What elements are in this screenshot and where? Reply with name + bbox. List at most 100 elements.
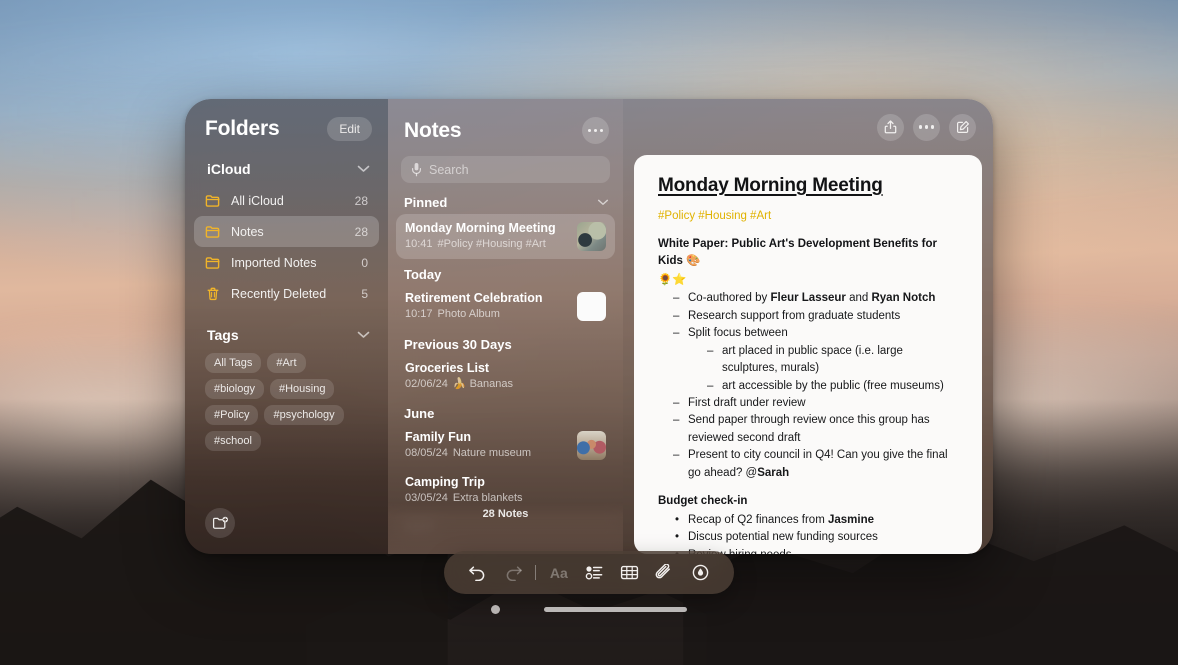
aa-label: Aa — [549, 564, 568, 581]
tag-chip-psychology[interactable]: #psychology — [264, 405, 344, 425]
folder-name: Recently Deleted — [231, 286, 327, 301]
note-item-title: Groceries List — [405, 360, 490, 375]
folder-count: 0 — [361, 255, 368, 270]
group-label: Pinned — [404, 195, 448, 210]
note-group-header-previous-30-days: Previous 30 Days — [388, 329, 623, 354]
folder-list: All iCloud 28 Notes 28 Imported Notes 0 — [185, 185, 388, 309]
folder-name: Notes — [231, 224, 264, 239]
sidebar-section-tags[interactable]: Tags — [185, 309, 388, 351]
sidebar-item-notes[interactable]: Notes 28 — [194, 216, 379, 247]
tag-chip-school[interactable]: #school — [205, 431, 261, 451]
note-item-time: 08/05/24 — [405, 447, 448, 460]
note-item-subtitle: 08/05/24 Nature museum — [405, 446, 569, 462]
share-button[interactable] — [877, 113, 904, 141]
note-section-heading: White Paper: Public Art's Development Be… — [658, 238, 937, 268]
sidebar-footer — [185, 508, 388, 554]
notes-list-title: Notes — [404, 118, 462, 142]
note-item-text: Monday Morning Meeting 10:41 #Policy #Hou… — [405, 220, 569, 253]
tags-section-label: Tags — [207, 327, 239, 343]
ellipsis-icon — [919, 125, 934, 129]
item-bold: Sarah — [757, 466, 790, 479]
note-list-item-monday-morning-meeting[interactable]: Monday Morning Meeting 10:41 #Policy #Hou… — [396, 214, 615, 259]
note-item-time: 10:17 — [405, 307, 433, 320]
folder-icon — [205, 255, 221, 271]
folder-count: 28 — [354, 224, 368, 239]
note-item-title: Family Fun — [405, 430, 471, 445]
folder-icon — [205, 193, 221, 209]
table-icon[interactable] — [617, 560, 643, 586]
note-sub-bullet-list: art placed in public space (i.e. large s… — [706, 343, 958, 396]
sidebar-item-recently-deleted[interactable]: Recently Deleted 5 — [194, 278, 379, 309]
item-bold: Jasmine — [827, 513, 875, 526]
group-label: Previous 30 Days — [404, 336, 512, 352]
sidebar-section-icloud[interactable]: iCloud — [185, 151, 388, 185]
compose-button[interactable] — [949, 113, 976, 141]
note-list-item-retirement-celebration[interactable]: Retirement Celebration 10:17 Photo Album — [396, 284, 615, 329]
undo-icon[interactable] — [465, 560, 491, 586]
search-placeholder: Search — [429, 162, 469, 177]
sidebar-header: Folders Edit — [185, 99, 388, 151]
new-folder-icon[interactable] — [205, 508, 235, 538]
note-item-subtitle: 10:41 #Policy #Housing #Art — [405, 237, 569, 253]
sidebar-item-all-icloud[interactable]: All iCloud 28 — [194, 185, 379, 216]
tag-chip-biology[interactable]: #biology — [205, 379, 264, 399]
edit-button[interactable]: Edit — [327, 117, 372, 141]
list-item: First draft under review — [672, 395, 958, 413]
tag-chip-housing[interactable]: #Housing — [269, 379, 335, 399]
notes-list-header: Notes — [388, 99, 623, 152]
list-item: Split focus between art placed in public… — [672, 325, 958, 395]
notes-list-more-button[interactable] — [582, 117, 609, 144]
markup-pen-icon[interactable] — [687, 560, 713, 586]
list-item: Present to city council in Q4! Can you g… — [672, 447, 958, 482]
note-item-text: Groceries List 02/06/24 🍌 Bananas — [405, 360, 606, 393]
note-document-title: Monday Morning Meeting — [658, 175, 883, 196]
tag-chip-policy[interactable]: #Policy — [205, 405, 259, 425]
icloud-section-label: iCloud — [207, 161, 251, 177]
group-label: June — [404, 406, 435, 422]
note-group-header-june: June — [388, 398, 623, 423]
note-list-item-family-fun[interactable]: Family Fun 08/05/24 Nature museum — [396, 423, 615, 468]
note-item-thumbnail — [577, 291, 606, 321]
redo-icon[interactable] — [500, 560, 526, 586]
home-bar[interactable] — [544, 607, 687, 612]
note-list-item-camping-trip[interactable]: Camping Trip 03/05/24 Extra blankets — [396, 468, 615, 513]
folder-name: All iCloud — [231, 193, 284, 208]
item-text: Split focus between — [688, 327, 788, 340]
note-item-time: 03/05/24 — [405, 492, 448, 505]
attachment-icon[interactable] — [652, 560, 678, 586]
tag-chip-all-tags[interactable]: All Tags — [205, 353, 262, 373]
tag-chip-art[interactable]: #Art — [267, 353, 306, 373]
microphone-icon — [411, 162, 422, 177]
folder-name: Imported Notes — [231, 255, 317, 270]
ellipsis-icon — [588, 128, 603, 133]
note-item-subtitle: 02/06/24 🍌 Bananas — [405, 377, 606, 393]
note-item-thumbnail — [577, 221, 606, 251]
share-icon — [884, 120, 897, 134]
text-format-icon[interactable]: Aa — [546, 560, 572, 586]
editor-more-button[interactable] — [913, 113, 940, 141]
sidebar-item-imported-notes[interactable]: Imported Notes 0 — [194, 247, 379, 278]
checklist-icon[interactable] — [581, 560, 607, 586]
note-item-time: 10:41 — [405, 237, 433, 250]
page-dot-indicator — [491, 605, 500, 614]
note-item-thumbnail — [577, 431, 606, 461]
toolbar-separator — [535, 565, 537, 580]
note-item-time: 02/06/24 — [405, 377, 448, 390]
folder-count: 5 — [361, 286, 368, 301]
list-item: Send paper through review once this grou… — [672, 412, 958, 447]
note-list-item-groceries-list[interactable]: Groceries List 02/06/24 🍌 Bananas — [396, 354, 615, 399]
note-bullet-list: Co-authored by Fleur Lasseur and Ryan No… — [672, 290, 958, 482]
folders-sidebar: Folders Edit iCloud All iCloud 28 Notes … — [185, 99, 388, 554]
note-group-header-pinned[interactable]: Pinned — [388, 187, 623, 214]
note-item-preview: Nature museum — [452, 447, 532, 460]
notes-list-column: Notes Search Pinned Monday Morning Meeti — [388, 99, 623, 554]
trash-icon — [205, 286, 221, 302]
note-item-preview: 🍌 Bananas — [452, 377, 514, 390]
search-input[interactable]: Search — [401, 156, 610, 183]
note-paper[interactable]: Monday Morning Meeting #Policy #Housing … — [634, 155, 982, 554]
note-editor-pane: Monday Morning Meeting #Policy #Housing … — [623, 99, 993, 554]
note-document-tags: #Policy #Housing #Art — [658, 210, 772, 222]
note-group-header-today: Today — [388, 259, 623, 284]
notes-list-scroll[interactable]: Pinned Monday Morning Meeting 10:41 #Poli… — [388, 187, 623, 554]
